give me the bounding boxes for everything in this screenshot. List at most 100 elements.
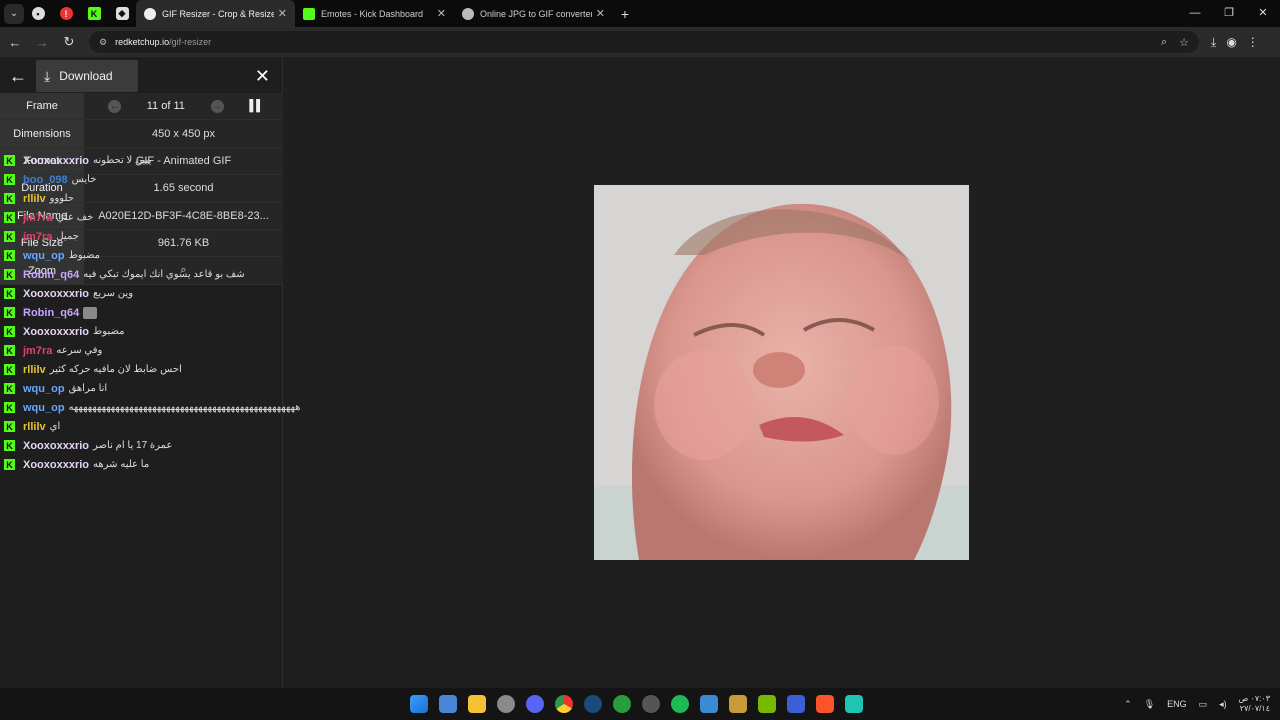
- chat-message: K Robin_q64: [0, 303, 380, 322]
- steam-icon[interactable]: [584, 695, 602, 713]
- pinned-tab[interactable]: •: [24, 0, 52, 27]
- downloads-icon[interactable]: ⤓: [1211, 35, 1216, 50]
- pause-icon[interactable]: ▌▌: [249, 100, 264, 112]
- xbox-icon[interactable]: [613, 695, 631, 713]
- chrome-icon[interactable]: [555, 695, 573, 713]
- close-tab-icon[interactable]: ✕: [596, 7, 605, 20]
- settings-icon[interactable]: [497, 695, 515, 713]
- volume-icon[interactable]: ◂): [1219, 699, 1227, 710]
- chat-username[interactable]: rllilv: [23, 421, 46, 433]
- kick-badge-icon: K: [4, 383, 15, 394]
- address-bar[interactable]: ⚙ redketchup.io/gif-resizer ⌕ ☆: [89, 31, 1199, 53]
- chat-username[interactable]: Xooxoxxxrio: [23, 440, 89, 452]
- chat-username[interactable]: Robin_q64: [23, 307, 79, 319]
- taskbar-apps: [410, 695, 863, 713]
- kick-badge-icon: K: [4, 155, 15, 166]
- language-indicator[interactable]: ENG: [1167, 699, 1187, 709]
- tray-overflow-icon[interactable]: ⌃: [1124, 699, 1132, 710]
- microphone-icon[interactable]: 🎙: [1144, 699, 1155, 710]
- close-tab-icon[interactable]: ✕: [437, 7, 446, 20]
- chat-username[interactable]: Robin_q64: [23, 269, 79, 281]
- app-icon[interactable]: [845, 695, 863, 713]
- chat-username[interactable]: Xooxoxxxrio: [23, 459, 89, 471]
- kick-badge-icon: K: [4, 250, 15, 261]
- chat-username[interactable]: boo_098: [23, 174, 68, 186]
- frame-value: 11 of 11: [146, 100, 185, 113]
- pinned-tab[interactable]: ◆: [108, 0, 136, 27]
- restore-icon[interactable]: ❐: [1212, 0, 1246, 27]
- gif-resizer-favicon-icon: [144, 7, 156, 20]
- site-info-icon[interactable]: ⚙: [99, 37, 107, 48]
- chat-username[interactable]: jm7ra: [23, 212, 52, 224]
- close-window-icon[interactable]: ✕: [1246, 0, 1280, 27]
- discord-icon[interactable]: [526, 695, 544, 713]
- close-panel-icon[interactable]: ✕: [255, 66, 270, 87]
- kick-badge-icon: K: [4, 459, 15, 470]
- pinned-favicon-icon: !: [59, 7, 73, 20]
- chat-username[interactable]: wqu_op: [23, 250, 65, 262]
- chat-message: Kboo_098 خايس: [0, 170, 380, 189]
- chat-text: شف بو قاعد يسوي انك ايموك تبكي فيه: [83, 269, 245, 280]
- chat-username[interactable]: wqu_op: [23, 383, 65, 395]
- tab-jpg-to-gif[interactable]: Online JPG to GIF converter ✕: [454, 0, 613, 27]
- network-icon[interactable]: ▭: [1199, 699, 1208, 710]
- chat-username[interactable]: rllilv: [23, 364, 46, 376]
- tab-search-button[interactable]: ⌄: [4, 3, 24, 24]
- page-content: ← ⤓ Download ✕ Frame ← 11 of 11 → ▌▌ Dim…: [0, 57, 1280, 688]
- download-button[interactable]: ⤓ Download: [36, 60, 138, 92]
- kick-badge-icon: K: [4, 231, 15, 242]
- file-explorer-icon[interactable]: [468, 695, 486, 713]
- forward-icon[interactable]: →: [30, 35, 54, 50]
- converter-favicon-icon: [462, 7, 474, 20]
- chat-username[interactable]: Xooxoxxxrio: [23, 288, 89, 300]
- app-icon[interactable]: [787, 695, 805, 713]
- kick-badge-icon: K: [4, 212, 15, 223]
- close-tab-icon[interactable]: ✕: [278, 7, 287, 20]
- chat-username[interactable]: Xooxoxxxrio: [23, 155, 89, 167]
- chat-text: انا مراهق: [68, 383, 108, 394]
- zoom-icon[interactable]: ⌕: [1161, 36, 1167, 49]
- chat-message: K Xooxoxxxrio يبين لا تحطونه: [0, 151, 380, 170]
- chat-username[interactable]: wqu_op: [23, 402, 65, 414]
- prev-frame-icon[interactable]: ←: [108, 99, 121, 113]
- spotify-icon[interactable]: [671, 695, 689, 713]
- bookmark-star-icon[interactable]: ☆: [1179, 36, 1189, 49]
- chat-text: وين سريع: [93, 288, 134, 299]
- tab-gif-resizer[interactable]: GIF Resizer - Crop & Resize Anim ✕: [136, 0, 295, 27]
- next-frame-icon[interactable]: →: [210, 99, 224, 113]
- app-icon[interactable]: [642, 695, 660, 713]
- reload-icon[interactable]: ↻: [57, 34, 81, 50]
- chat-username[interactable]: jm7ra: [23, 345, 52, 357]
- kick-badge-icon: K: [4, 307, 15, 318]
- app-icon[interactable]: [729, 695, 747, 713]
- back-arrow-icon[interactable]: ←: [0, 66, 36, 87]
- kick-icon: K: [87, 7, 101, 20]
- back-icon[interactable]: ←: [3, 35, 27, 50]
- chat-message: Krllilv حلووو: [0, 189, 380, 208]
- pinned-tab[interactable]: K: [80, 0, 108, 27]
- panel-header: ← ⤓ Download ✕: [0, 57, 282, 95]
- url-site: redketchup.io: [115, 37, 170, 47]
- emote-icon: [83, 306, 98, 319]
- ccleaner-icon[interactable]: [700, 695, 718, 713]
- frame-label: Frame: [0, 93, 84, 120]
- url-path: /gif-resizer: [169, 37, 212, 47]
- chat-username[interactable]: rllilv: [23, 193, 46, 205]
- menu-icon[interactable]: ⋮: [1247, 35, 1259, 50]
- chat-username[interactable]: Xooxoxxxrio: [23, 326, 89, 338]
- pinned-tab[interactable]: !: [52, 0, 80, 27]
- clock[interactable]: ٠٧:٠٣ ص ٢٧/٠٧/١٤: [1239, 694, 1270, 714]
- start-icon[interactable]: [410, 695, 428, 713]
- kick-badge-icon: K: [4, 440, 15, 451]
- chat-username[interactable]: jm7ra: [23, 231, 52, 243]
- new-tab-button[interactable]: +: [613, 6, 637, 22]
- profile-icon[interactable]: ◉: [1226, 35, 1236, 50]
- windows-taskbar: ⌃ 🎙 ENG ▭ ◂) ٠٧:٠٣ ص ٢٧/٠٧/١٤: [0, 688, 1280, 720]
- store-icon[interactable]: [439, 695, 457, 713]
- kick-badge-icon: K: [4, 326, 15, 337]
- tab-emotes[interactable]: Emotes - Kick Dashboard ✕: [295, 0, 454, 27]
- chat-message: K Xooxoxxxrio ما عليه شرهه: [0, 455, 380, 474]
- nvidia-icon[interactable]: [758, 695, 776, 713]
- minimize-icon[interactable]: —: [1178, 0, 1212, 27]
- brave-icon[interactable]: [816, 695, 834, 713]
